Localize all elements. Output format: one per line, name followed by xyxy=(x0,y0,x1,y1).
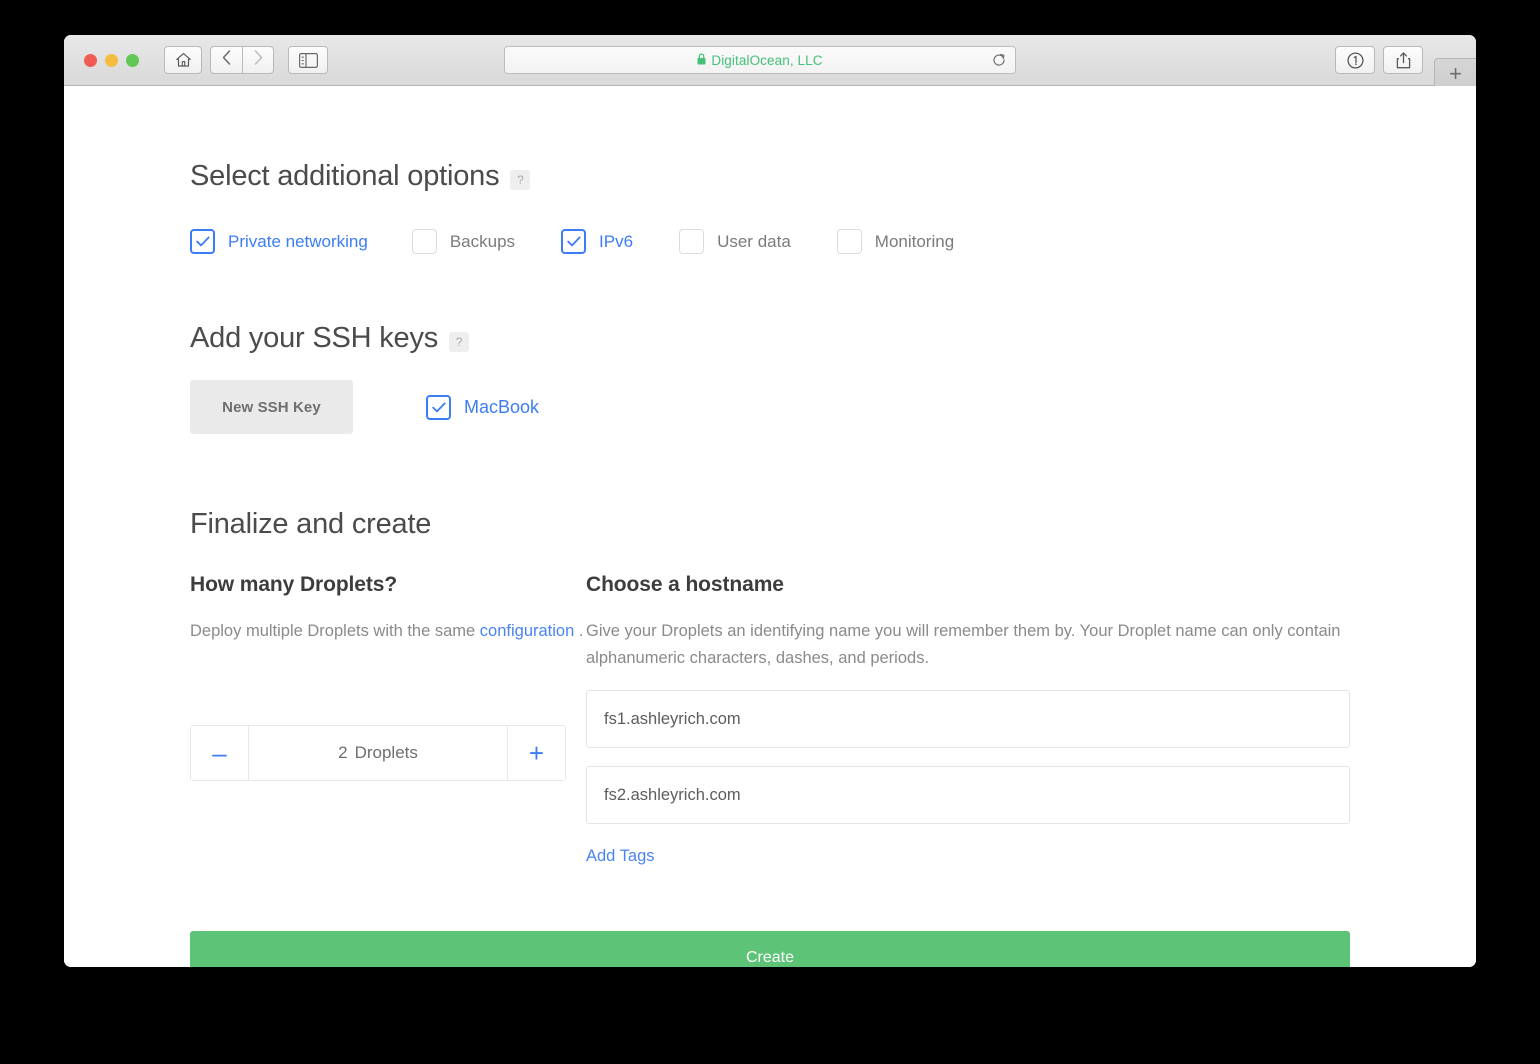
back-button[interactable] xyxy=(210,46,242,74)
ssh-keys-heading-text: Add your SSH keys xyxy=(190,322,438,355)
reload-icon xyxy=(992,53,1006,67)
droplets-column: How many Droplets? Deploy multiple Dropl… xyxy=(190,573,586,866)
address-bar[interactable]: DigitalOcean, LLC xyxy=(504,46,1016,74)
help-badge[interactable]: ? xyxy=(510,170,530,190)
droplets-desc-after: . xyxy=(574,622,583,640)
additional-options-heading-text: Select additional options xyxy=(190,160,499,193)
increment-droplets-button[interactable]: + xyxy=(507,726,565,780)
finalize-columns: How many Droplets? Deploy multiple Dropl… xyxy=(190,573,1350,866)
checkbox-monitoring[interactable] xyxy=(837,229,862,254)
ssh-keys-title: Add your SSH keys ? xyxy=(190,322,469,355)
forward-button[interactable] xyxy=(242,46,274,74)
option-label-ipv6: IPv6 xyxy=(599,232,633,252)
droplet-count-value[interactable]: 2 Droplets xyxy=(249,726,507,780)
droplet-count-unit: Droplets xyxy=(355,743,418,763)
navigation-buttons xyxy=(210,46,274,74)
checkbox-backups[interactable] xyxy=(412,229,437,254)
option-label-monitoring: Monitoring xyxy=(875,232,954,252)
reload-button[interactable] xyxy=(992,53,1006,67)
sidebar-toggle-button[interactable] xyxy=(288,46,328,74)
new-tab-label: + xyxy=(1449,63,1462,85)
hostname-description: Give your Droplets an identifying name y… xyxy=(586,618,1350,672)
finalize-title: Finalize and create xyxy=(190,508,431,541)
additional-options-title: Select additional options ? xyxy=(190,160,530,193)
page-content: Select additional options ? Private netw… xyxy=(64,86,1476,967)
configuration-link[interactable]: configuration xyxy=(480,622,574,640)
ssh-key-label-macbook: MacBook xyxy=(464,397,539,418)
droplet-count-stepper: – 2 Droplets + xyxy=(190,725,566,781)
onepassword-icon xyxy=(1347,52,1364,69)
share-button[interactable] xyxy=(1383,46,1423,74)
back-arrow-icon xyxy=(222,50,231,70)
hostname-input-1[interactable]: fs1.ashleyrich.com xyxy=(586,690,1350,748)
home-button[interactable] xyxy=(164,46,202,74)
create-button[interactable]: Create xyxy=(190,931,1350,967)
ssh-key-macbook[interactable]: MacBook xyxy=(426,395,539,420)
forward-arrow-icon xyxy=(254,50,263,70)
option-ipv6[interactable]: IPv6 xyxy=(561,229,633,254)
additional-options-row: Private networking Backups IPv6 xyxy=(190,229,954,254)
ssh-keys-row: New SSH Key MacBook xyxy=(190,380,539,434)
close-window-button[interactable] xyxy=(84,54,97,67)
checkbox-private-networking[interactable] xyxy=(190,229,215,254)
option-backups[interactable]: Backups xyxy=(412,229,515,254)
option-monitoring[interactable]: Monitoring xyxy=(837,229,954,254)
droplets-desc-before: Deploy multiple Droplets with the same xyxy=(190,622,480,640)
option-private-networking[interactable]: Private networking xyxy=(190,229,368,254)
hostname-input-2[interactable]: fs2.ashleyrich.com xyxy=(586,766,1350,824)
droplets-description: Deploy multiple Droplets with the same c… xyxy=(190,618,586,645)
option-user-data[interactable]: User data xyxy=(679,229,791,254)
option-label-user-data: User data xyxy=(717,232,791,252)
checkbox-ssh-key-macbook[interactable] xyxy=(426,395,451,420)
share-icon xyxy=(1396,52,1411,69)
site-identity: DigitalOcean, LLC xyxy=(697,53,822,68)
new-ssh-key-button[interactable]: New SSH Key xyxy=(190,380,353,434)
droplets-heading: How many Droplets? xyxy=(190,573,586,597)
droplet-count-number: 2 xyxy=(338,743,347,763)
site-title: DigitalOcean, LLC xyxy=(711,53,822,68)
decrement-droplets-button[interactable]: – xyxy=(191,726,249,780)
checkbox-user-data[interactable] xyxy=(679,229,704,254)
browser-toolbar: DigitalOcean, LLC xyxy=(64,35,1476,86)
password-manager-button[interactable] xyxy=(1335,46,1375,74)
checkbox-ipv6[interactable] xyxy=(561,229,586,254)
home-icon xyxy=(175,52,192,68)
lock-icon xyxy=(697,53,706,68)
sidebar-toggle-icon xyxy=(299,53,318,68)
option-label-private-networking: Private networking xyxy=(228,232,368,252)
browser-window: DigitalOcean, LLC xyxy=(64,35,1476,967)
add-tags-link[interactable]: Add Tags xyxy=(586,847,655,866)
hostname-column: Choose a hostname Give your Droplets an … xyxy=(586,573,1350,866)
maximize-window-button[interactable] xyxy=(126,54,139,67)
window-controls xyxy=(84,54,139,67)
minimize-window-button[interactable] xyxy=(105,54,118,67)
hostname-heading: Choose a hostname xyxy=(586,573,1350,597)
option-label-backups: Backups xyxy=(450,232,515,252)
help-badge-ssh[interactable]: ? xyxy=(449,332,469,352)
